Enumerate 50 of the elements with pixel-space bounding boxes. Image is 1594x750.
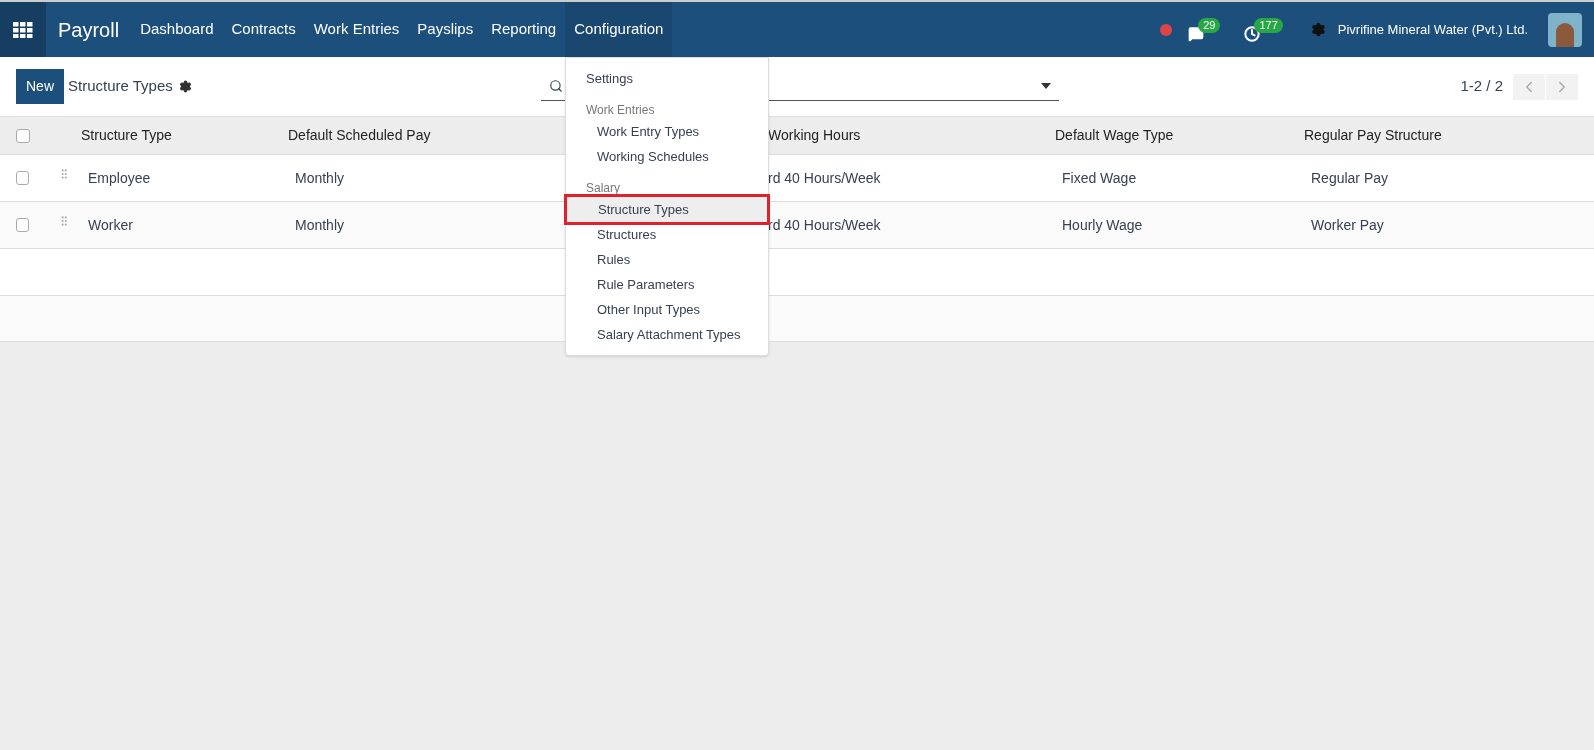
column-header[interactable]: Structure Type bbox=[81, 127, 172, 143]
column-header[interactable]: Regular Pay Structure bbox=[1304, 127, 1442, 143]
nav-menu-item[interactable]: Dashboard bbox=[131, 2, 223, 57]
menu-section-header: Work Entries bbox=[585, 102, 656, 119]
menu-item[interactable]: Settings bbox=[566, 66, 768, 91]
table-cell: rd 40 Hours/Week bbox=[768, 169, 881, 186]
column-header[interactable]: Working Hours bbox=[768, 127, 861, 143]
gears-icon bbox=[1310, 22, 1326, 37]
settings-icon[interactable] bbox=[178, 80, 192, 93]
table-cell: Employee bbox=[88, 169, 151, 186]
nav-menu-item[interactable]: Payslips bbox=[408, 2, 483, 57]
table-cell: Worker Pay bbox=[1311, 216, 1384, 233]
row-checkbox[interactable] bbox=[16, 171, 29, 185]
messages-count-badge: 29 bbox=[1198, 17, 1221, 33]
pager-text: 1-2 / 2 bbox=[1460, 76, 1503, 97]
clock-icon bbox=[1244, 25, 1261, 42]
menu-section-header: Salary bbox=[585, 180, 621, 197]
previous-page-button[interactable] bbox=[1513, 73, 1545, 100]
column-header[interactable]: Default Wage Type bbox=[1055, 127, 1174, 143]
menu-item[interactable]: Rule Parameters bbox=[566, 272, 768, 297]
nav-menu-item[interactable]: Configuration bbox=[565, 2, 673, 57]
select-all-checkbox[interactable] bbox=[16, 128, 30, 143]
menu-item[interactable]: Structures bbox=[566, 222, 768, 247]
grid-icon bbox=[13, 21, 33, 38]
activities-count-badge: 177 bbox=[1254, 17, 1283, 33]
table-cell: Monthly bbox=[295, 169, 345, 186]
nav-menu-item[interactable]: Contracts bbox=[222, 2, 305, 57]
caret-icon bbox=[1041, 82, 1051, 89]
table-cell: Regular Pay bbox=[1311, 169, 1389, 186]
new-button[interactable]: New bbox=[16, 69, 64, 104]
apps-menu-button[interactable] bbox=[0, 2, 46, 57]
app-title: Payroll bbox=[58, 17, 120, 43]
nav-menu-item[interactable]: Work Entries bbox=[304, 2, 409, 57]
nav-menu-item[interactable]: Reporting bbox=[482, 2, 566, 57]
search-icon bbox=[549, 78, 563, 93]
menu-item[interactable]: Salary Attachment Types bbox=[566, 322, 768, 347]
row-checkbox[interactable] bbox=[16, 218, 29, 232]
next-page-button[interactable] bbox=[1546, 73, 1578, 100]
company-switcher[interactable]: Pivrifine Mineral Water (Pvt.) Ltd. bbox=[1337, 19, 1528, 40]
table-cell: Monthly bbox=[295, 216, 345, 233]
table-cell: Hourly Wage bbox=[1062, 216, 1143, 233]
menu-item[interactable]: Rules bbox=[566, 247, 768, 272]
table-cell: Worker bbox=[88, 216, 133, 233]
breadcrumb-title: Structure Types bbox=[68, 76, 173, 97]
table-cell: Fixed Wage bbox=[1062, 169, 1137, 186]
menu-item[interactable]: Work Entry Types bbox=[566, 119, 768, 144]
column-header[interactable]: Default Scheduled Pay bbox=[288, 127, 431, 143]
menu-item[interactable]: Structure Types bbox=[564, 194, 770, 225]
menu-item[interactable]: Other Input Types bbox=[566, 297, 768, 322]
avatar[interactable] bbox=[1548, 12, 1582, 47]
